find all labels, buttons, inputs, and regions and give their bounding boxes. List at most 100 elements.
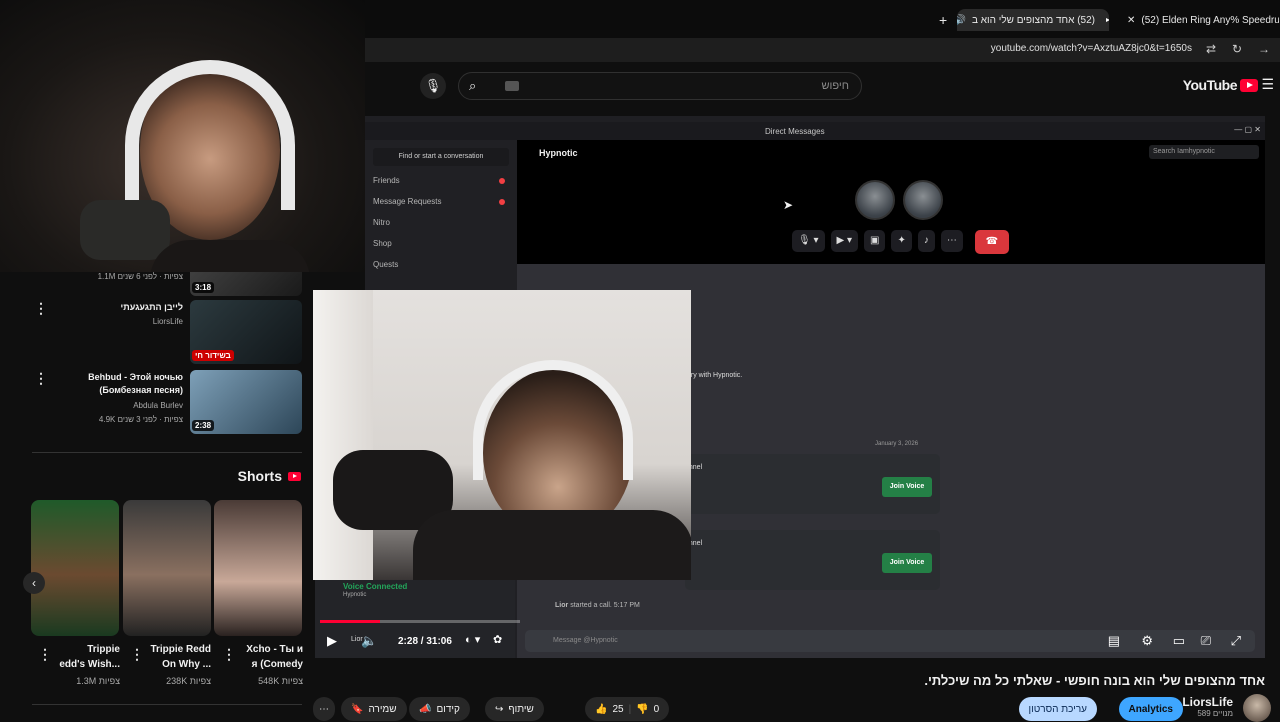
join-voice-button[interactable]: Join Voice	[882, 553, 932, 573]
back-arrow-icon[interactable]: →	[1258, 42, 1270, 56]
short-title-line2[interactable]: edd's Wish...	[59, 658, 120, 672]
channel-name[interactable]: LiorsLife	[1182, 695, 1233, 709]
recommendations: 3:18 1.1M צפיות · לפני 6 שנים בשידור חי …	[0, 272, 313, 720]
short-title-line1[interactable]: Trippie Redd	[150, 643, 211, 657]
headphones	[473, 360, 633, 480]
volume-icon[interactable]: 🔈	[361, 633, 377, 649]
close-icon[interactable]: ✕	[1127, 15, 1135, 26]
nav-label: Message Requests	[373, 197, 442, 206]
rec-thumbnail[interactable]: 2:38	[190, 370, 302, 434]
join-voice-button[interactable]: Join Voice	[882, 477, 932, 497]
discord-titlebar-text: Direct Messages	[765, 127, 825, 136]
rec-title[interactable]: לייבן התגעגעתי	[121, 301, 183, 314]
autoplay-icon[interactable]: ◐ ▾	[465, 633, 480, 646]
more-button[interactable]: ⋯	[940, 230, 963, 252]
chat-name: Hypnotic	[539, 148, 578, 158]
youtube-logo[interactable]: YouTube	[1183, 77, 1258, 93]
mute-button[interactable]: 🎙 ▾	[792, 230, 825, 252]
miniplayer-icon[interactable]: ▭	[1173, 633, 1185, 649]
chevron-left-icon[interactable]: ‹	[23, 572, 45, 594]
activities-button[interactable]: ✦	[891, 230, 912, 252]
channel-info[interactable]: LiorsLife 589 מנויים	[1182, 695, 1233, 718]
discord-search[interactable]: Search Iamhypnotic	[1149, 145, 1259, 159]
chapter-icon[interactable]: ✿	[493, 633, 502, 646]
date-divider: January 3, 2026	[875, 441, 919, 447]
discord-nav-friends[interactable]: Friends	[373, 176, 517, 185]
share-icon: ↪	[495, 703, 504, 715]
more-actions-button[interactable]: ⋯	[313, 697, 335, 721]
rec-title-line1[interactable]: Behbud - Этой ночью	[88, 371, 183, 384]
rec-title-line2[interactable]: (Бомбезная песня)	[99, 384, 183, 397]
short-title-line2[interactable]: я (Comedy	[252, 658, 303, 672]
rec-thumbnail[interactable]: 3:18	[190, 272, 302, 296]
menu-icon[interactable]: ☰	[1261, 76, 1274, 93]
tab-elden-ring[interactable]: ✕ (52) Elden Ring Any% Speedrun	[1119, 9, 1279, 31]
discord-nav-requests[interactable]: Message Requests	[373, 197, 517, 206]
youtube-logo-text: YouTube	[1182, 77, 1238, 93]
site-settings-icon[interactable]: ⇄	[1206, 42, 1216, 56]
divider	[32, 704, 302, 705]
short-title-line2[interactable]: On Why ...	[162, 658, 211, 672]
duration-badge: 3:18	[192, 282, 215, 293]
reload-icon[interactable]: ↻	[1232, 42, 1242, 56]
short-thumbnail[interactable]	[214, 500, 302, 636]
shirt	[413, 510, 691, 580]
url-text[interactable]: youtube.com/watch?v=AxztuAZ8jc0&t=1650s	[991, 43, 1192, 54]
discord-nav-shop[interactable]: Shop	[373, 239, 392, 248]
edit-video-button[interactable]: עריכת הסרטון	[1018, 697, 1097, 721]
promote-label: קידום	[436, 703, 460, 715]
discord-nav-nitro[interactable]: Nitro	[373, 218, 390, 227]
call-user: Lior	[555, 602, 569, 609]
like-icon[interactable]: 👍	[595, 704, 607, 715]
rec-channel[interactable]: Abdula Burlev	[133, 401, 183, 410]
live-badge: בשידור חי	[192, 350, 234, 361]
megaphone-icon: 📣	[419, 703, 432, 715]
address-bar[interactable]: youtube.com/watch?v=AxztuAZ8jc0&t=1650s …	[365, 38, 1280, 62]
analytics-button[interactable]: Analytics	[1118, 697, 1183, 721]
short-thumbnail[interactable]	[123, 500, 211, 636]
cast-icon[interactable]: ⎚	[1201, 633, 1211, 649]
search-placeholder: חיפוש	[821, 80, 849, 92]
promote-button[interactable]: 📣 קידום	[409, 697, 470, 721]
soundboard-button[interactable]: ♪	[917, 230, 935, 252]
like-dislike-group: 👍 25 | 👎 0	[585, 697, 670, 721]
search-input[interactable]: ⌕ חיפוש	[458, 72, 862, 100]
fullscreen-icon[interactable]: ⤢	[1231, 633, 1241, 649]
discord-nav-quests[interactable]: Quests	[373, 260, 398, 269]
more-icon[interactable]: ⋮	[130, 646, 144, 663]
nav-label: Nitro	[373, 218, 390, 227]
youtube-header: 🎙 ⌕ חיפוש YouTube ☰	[365, 62, 1280, 110]
voice-channel: Hypnotic	[343, 592, 367, 598]
more-icon[interactable]: ⋮	[34, 300, 48, 317]
share-label: שיתוף	[508, 703, 534, 715]
rec-thumbnail[interactable]: בשידור חי	[190, 300, 302, 364]
call-controls: 🎙 ▾ ▶ ▾ ▣ ✦ ♪ ⋯ ☎	[792, 230, 1009, 254]
channel-avatar[interactable]	[1243, 694, 1271, 722]
dislike-icon[interactable]: 👎	[636, 704, 648, 715]
short-title-line1[interactable]: Trippie	[87, 643, 120, 657]
like-count[interactable]: 25	[612, 704, 623, 715]
shorts-heading: Shorts	[238, 468, 301, 484]
rec-channel[interactable]: LiorsLife	[153, 317, 183, 326]
more-icon[interactable]: ⋮	[38, 646, 52, 663]
settings-icon[interactable]: ⚙	[1141, 633, 1153, 649]
voice-search-button[interactable]: 🎙	[420, 73, 446, 99]
more-icon[interactable]: ⋮	[34, 370, 48, 387]
share-button[interactable]: ↪ שיתוף	[485, 697, 544, 721]
play-icon[interactable]: ▶	[327, 633, 337, 649]
doorframe	[313, 290, 373, 580]
short-thumbnail[interactable]	[31, 500, 119, 636]
short-title-line1[interactable]: Xcho - Ты и	[246, 643, 303, 657]
keyboard-icon[interactable]	[505, 81, 519, 91]
screen-share-button[interactable]: ▣	[864, 230, 886, 252]
tab-current-video[interactable]: (52) אחד מהצופים שלי הוא ב 🔊 ✕	[957, 9, 1109, 31]
search-icon[interactable]: ⌕	[469, 78, 476, 94]
progress-bar[interactable]	[320, 620, 520, 623]
camera-button[interactable]: ▶ ▾	[830, 230, 858, 252]
save-button[interactable]: 🔖 שמירה	[341, 697, 407, 721]
more-icon[interactable]: ⋮	[222, 646, 236, 663]
hang-up-button[interactable]: ☎	[974, 230, 1009, 254]
new-tab-button[interactable]: +	[931, 9, 953, 31]
subtitles-icon[interactable]: ▤	[1108, 633, 1120, 649]
find-conversation-input[interactable]: Find or start a conversation	[373, 148, 509, 166]
